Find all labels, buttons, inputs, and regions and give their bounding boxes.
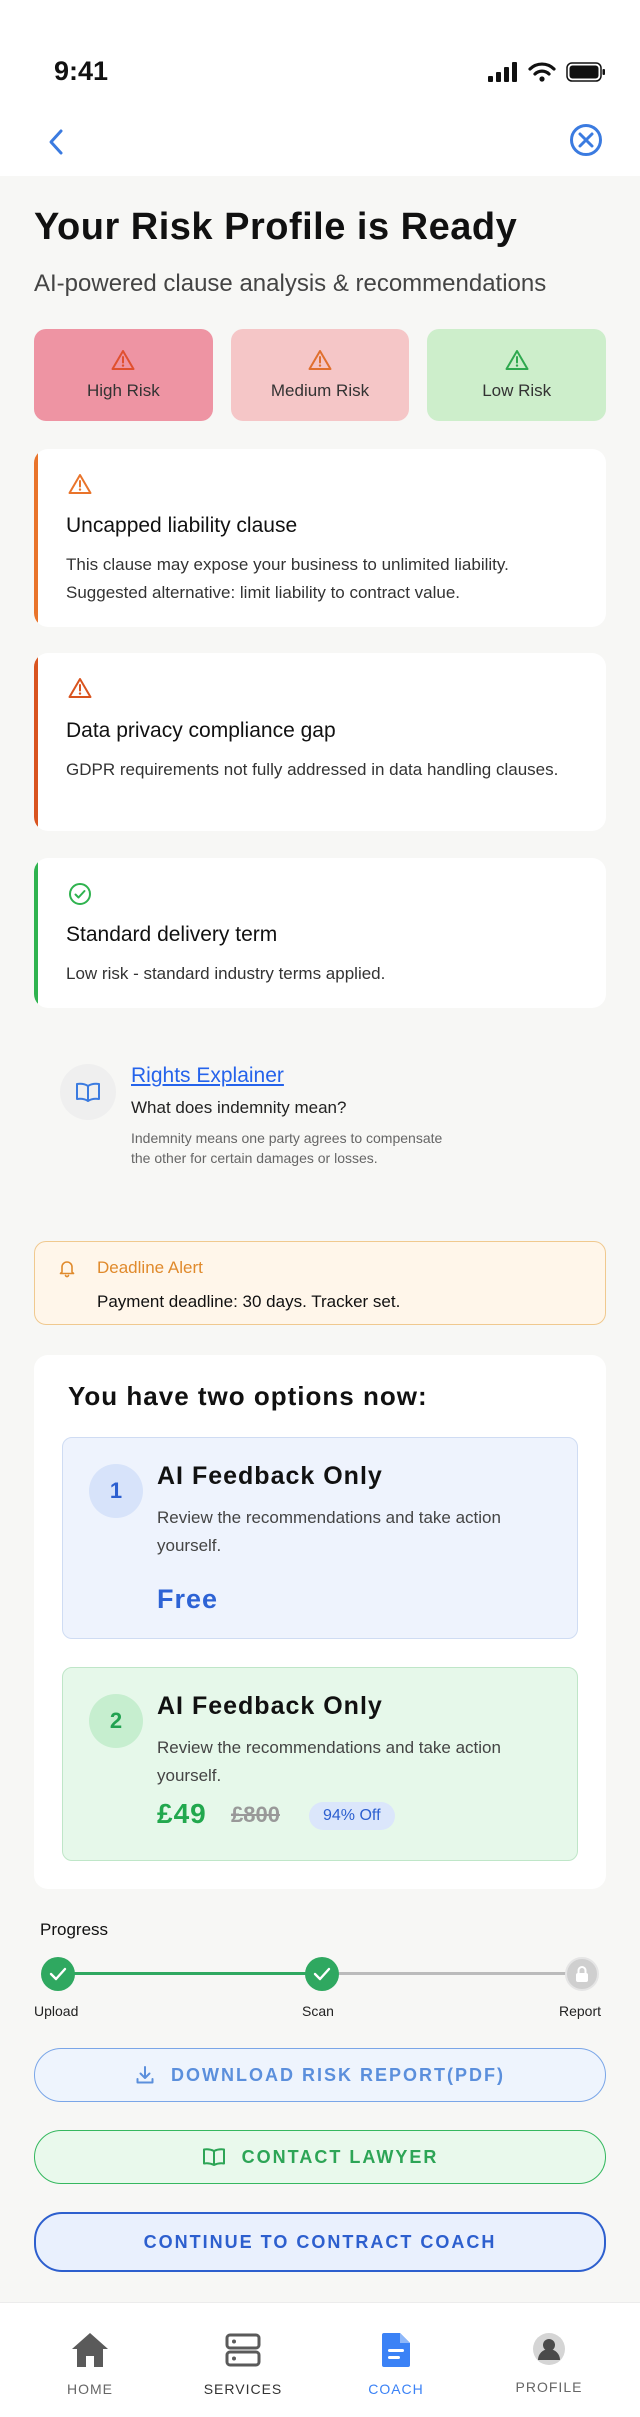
tab-coach[interactable]: COACH [336,2331,456,2397]
profile-icon [533,2333,565,2365]
wifi-icon [528,62,556,82]
progress-label: Progress [40,1920,109,1939]
option-ai-feedback-paid[interactable]: 2 AI Feedback Only Review the recommenda… [62,1667,578,1861]
check-icon [313,1967,331,1981]
signal-icon [488,62,517,82]
deadline-alert: Deadline Alert Payment deadline: 30 days… [34,1241,606,1325]
book-open-icon [76,1082,100,1102]
risk-filter-tabs: High Risk Medium Risk Low Risk [34,329,607,421]
status-bar: 9:41 [0,0,640,110]
step-upload-dot [41,1957,75,1991]
clause-card[interactable]: Data privacy compliance gap GDPR require… [34,653,606,831]
tab-label: COACH [368,2381,424,2397]
deadline-text: Payment deadline: 30 days. Tracker set. [97,1292,401,1311]
option-number: 2 [89,1694,143,1748]
contact-lawyer-button[interactable]: CONTACT LAWYER [34,2130,606,2184]
deadline-title: Deadline Alert [97,1258,203,1277]
lock-icon [576,1966,588,1982]
options-heading: You have two options now: [68,1381,428,1411]
tab-high-risk[interactable]: High Risk [34,329,213,421]
warning-icon [68,678,92,698]
server-icon [225,2333,261,2367]
warning-icon [505,350,529,370]
document-icon [382,2333,410,2367]
explainer-question: What does indemnity mean? [131,1098,347,1117]
rights-explainer-link[interactable]: Rights Explainer [131,1064,284,1088]
tab-services[interactable]: SERVICES [183,2331,303,2397]
step-scan-dot [305,1957,339,1991]
book-open-icon [202,2148,225,2166]
option-price: Free [157,1584,219,1614]
home-icon [72,2333,108,2367]
continue-coach-button[interactable]: CONTINUE TO CONTRACT COACH [34,2212,606,2272]
bottom-tab-bar: HOME SERVICES COACH PROFILE [0,2302,640,2417]
nav-bar [0,110,640,176]
close-button[interactable] [566,120,606,160]
status-icons [488,60,606,84]
step-label: Scan [302,2003,334,2019]
page-title: Your Risk Profile is Ready [34,206,518,248]
tab-profile[interactable]: PROFILE [489,2331,609,2395]
explainer-answer: Indemnity means one party agrees to comp… [131,1130,443,1166]
clause-description: Low risk - standard industry terms appli… [66,964,386,983]
clause-title: Standard delivery term [66,923,278,946]
tab-label: SERVICES [203,2381,283,2397]
options-panel: You have two options now: 1 AI Feedback … [34,1355,606,1889]
download-report-button[interactable]: DOWNLOAD RISK REPORT(PDF) [34,2048,606,2102]
option-description: Review the recommendations and take acti… [157,1508,501,1555]
tab-label: PROFILE [515,2379,583,2395]
severity-bar [34,858,38,1008]
option-price: £49 [157,1798,207,1829]
check-circle-icon [69,883,91,905]
check-icon [49,1967,67,1981]
bell-icon [59,1261,75,1278]
clause-card[interactable]: Standard delivery term Low risk - standa… [34,858,606,1008]
tab-low-risk[interactable]: Low Risk [427,329,607,421]
close-circle-icon [570,124,602,156]
download-icon [136,2066,154,2084]
clause-description: GDPR requirements not fully addressed in… [66,760,559,779]
severity-bar [34,653,38,831]
clause-title: Uncapped liability clause [66,514,298,537]
clause-title: Data privacy compliance gap [66,719,336,742]
option-ai-feedback-free[interactable]: 1 AI Feedback Only Review the recommenda… [62,1437,578,1639]
chevron-left-icon [49,129,63,155]
discount-badge: 94% Off [309,1802,395,1830]
progress-fill [56,1972,319,1975]
step-label: Report [559,2003,602,2019]
lawyer-button-label: CONTACT LAWYER [241,2146,439,2167]
tab-medium-risk[interactable]: Medium Risk [230,329,410,421]
tab-label: Medium Risk [270,381,370,400]
battery-icon [566,62,605,82]
severity-bar [34,449,38,627]
step-report-dot [565,1957,599,1991]
tab-label: High Risk [86,381,160,400]
option-description: Review the recommendations and take acti… [157,1738,501,1785]
option-old-price: £800 [231,1802,280,1827]
continue-button-label: CONTINUE TO CONTRACT COACH [143,2231,497,2252]
download-button-label: DOWNLOAD RISK REPORT(PDF) [171,2064,505,2085]
warning-icon [308,350,332,370]
tab-label: Low Risk [482,381,552,400]
clause-description: This clause may expose your business to … [66,555,509,602]
warning-icon [68,474,92,494]
clause-card[interactable]: Uncapped liability clause This clause ma… [34,449,606,627]
option-title: AI Feedback Only [157,1692,383,1720]
book-icon-badge [60,1064,116,1120]
tab-home[interactable]: HOME [30,2331,150,2397]
tab-label: HOME [67,2381,113,2397]
option-title: AI Feedback Only [157,1462,383,1490]
page-subtitle: AI-powered clause analysis & recommendat… [34,270,547,297]
back-button[interactable] [38,124,74,160]
step-label: Upload [34,2003,79,2019]
option-number: 1 [89,1464,143,1518]
status-time: 9:41 [54,56,109,86]
warning-icon [111,350,135,370]
